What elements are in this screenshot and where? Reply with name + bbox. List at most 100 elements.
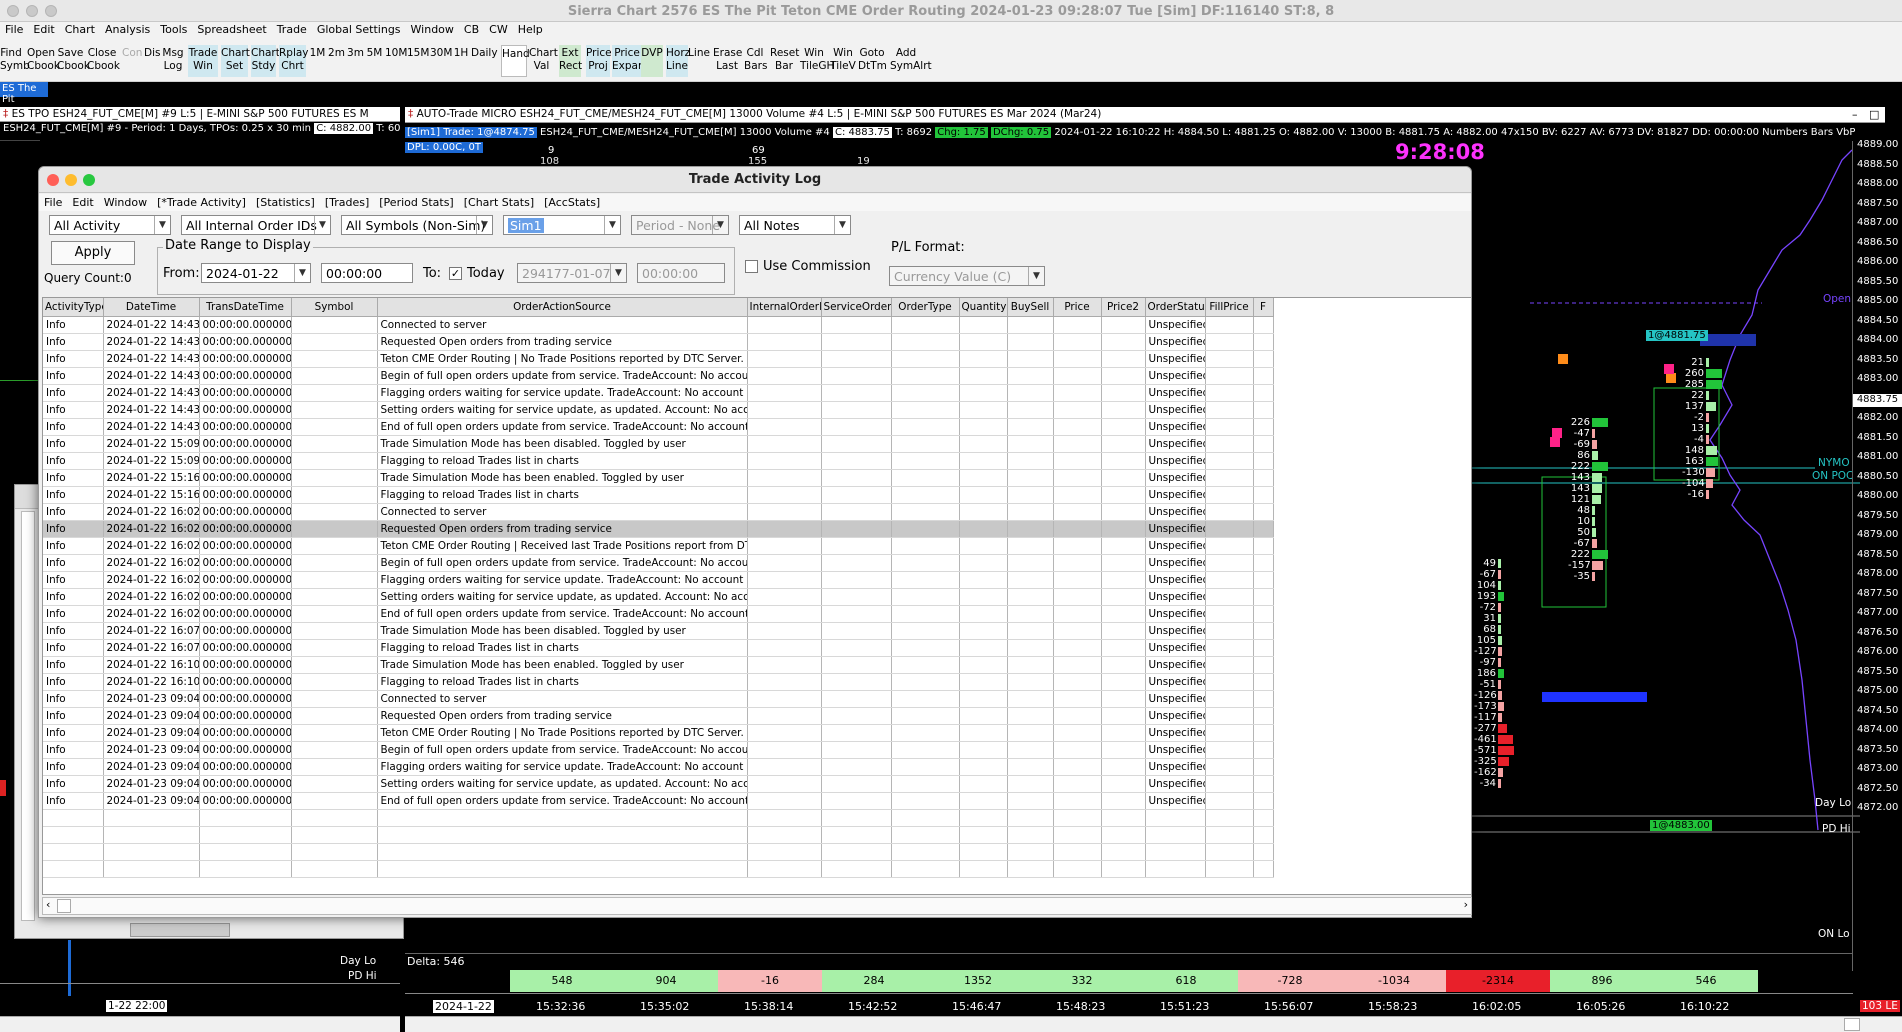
column-header-transdatetime[interactable]: TransDateTime — [199, 298, 292, 317]
left-chart-header[interactable]: ‡ ES TPO ESH24_FUT_CME[M] #9 L:5 | E-MIN… — [0, 107, 400, 122]
column-header-buysell[interactable]: BuySell — [1007, 298, 1054, 317]
table-row[interactable] — [43, 809, 1274, 827]
order-id-filter-dropdown[interactable]: All Internal Order IDs ▼ — [181, 215, 331, 235]
table-row[interactable]: Info2024-01-22 15:09:16.00:00:00.000000 T… — [43, 435, 1274, 453]
pl-format-dropdown[interactable]: Currency Value (C) ▼ — [889, 266, 1045, 286]
toolbar-button-close-cbook[interactable]: Close Cbook — [87, 45, 120, 77]
use-commission-checkbox[interactable] — [745, 260, 758, 273]
trade-log-menu-chart-stats[interactable]: [Chart Stats] — [459, 194, 539, 211]
trade-log-menu-edit[interactable]: Edit — [67, 194, 98, 211]
today-checkbox[interactable]: ✓ — [449, 267, 462, 280]
table-row[interactable]: Info2024-01-23 09:04:08.00:00:00.000000 T… — [43, 724, 1274, 742]
zoom-icon[interactable] — [83, 174, 95, 186]
column-header-quantity[interactable]: Quantity — [959, 298, 1008, 317]
menu-cb[interactable]: CB — [459, 22, 484, 37]
scroll-thumb[interactable] — [57, 899, 71, 913]
menu-window[interactable]: Window — [406, 22, 459, 37]
table-row[interactable] — [43, 843, 1274, 861]
table-row[interactable]: Info2024-01-23 09:04:08.00:00:00.000000 E… — [43, 792, 1274, 810]
toolbar-button-find-symb[interactable]: Find Symb — [0, 45, 30, 77]
trade-log-menu-file[interactable]: File — [39, 194, 67, 211]
trade-log-menu-trades[interactable]: [Trades] — [320, 194, 374, 211]
toolbar-button-1m[interactable]: 1M — [309, 45, 326, 77]
toolbar-button-horz-line[interactable]: Horz Line — [666, 45, 690, 77]
minimize-icon[interactable] — [65, 174, 77, 186]
menu-global-settings[interactable]: Global Settings — [312, 22, 406, 37]
toolbar-button-dvp[interactable]: DVP — [641, 45, 663, 77]
table-row[interactable]: Info2024-01-23 09:04:08.00:00:00.000000 F… — [43, 758, 1274, 776]
table-row[interactable]: Info2024-01-22 14:43:31.00:00:00.000000 C… — [43, 316, 1274, 334]
left-chart-scrollbar[interactable] — [0, 1016, 400, 1032]
right-chart-scrollbar[interactable] — [405, 1016, 1902, 1032]
menu-spreadsheet[interactable]: Spreadsheet — [192, 22, 271, 37]
table-row[interactable]: Info2024-01-22 16:07:19.00:00:00.000000 T… — [43, 622, 1274, 640]
toolbar-button-ext-rect[interactable]: Ext Rect — [559, 45, 582, 77]
toolbar-button-chart-set[interactable]: Chart Set — [221, 45, 250, 77]
table-row[interactable]: Info2024-01-22 14:43:31.00:00:00.000000 F… — [43, 384, 1274, 402]
toolbar-button-2m[interactable]: 2m — [328, 45, 345, 77]
menu-analysis[interactable]: Analysis — [100, 22, 155, 37]
toolbar-button-chart-val[interactable]: Chart Val — [529, 45, 558, 77]
column-header-datetime[interactable]: DateTime — [103, 298, 200, 317]
menu-cw[interactable]: CW — [484, 22, 513, 37]
table-row[interactable] — [43, 860, 1274, 878]
table-row[interactable]: Info2024-01-22 14:43:31.00:00:00.000000 R… — [43, 333, 1274, 351]
toolbar-button-goto-dttm[interactable]: Goto DtTm — [858, 45, 887, 77]
trade-log-menu-accstats[interactable]: [AccStats] — [539, 194, 605, 211]
table-row[interactable]: Info2024-01-22 16:07:19.00:00:00.000000 F… — [43, 639, 1274, 657]
close-icon[interactable] — [47, 174, 59, 186]
toolbar-button-30m[interactable]: 30M — [430, 45, 452, 77]
table-row[interactable]: Info2024-01-22 16:10:04.00:00:00.000000 F… — [43, 673, 1274, 691]
trade-log-menu-statistics[interactable]: [Statistics] — [251, 194, 320, 211]
close-chart-icon[interactable]: ✕ — [1889, 108, 1898, 121]
toolbar-button-price-expan[interactable]: Price Expan — [612, 45, 645, 77]
toolbar-button-15m[interactable]: 15M — [407, 45, 429, 77]
toolbar-button-win-tilegh[interactable]: Win TileGH — [800, 45, 834, 77]
toolbar-button-daily[interactable]: Daily — [471, 45, 498, 77]
toolbar-button-dis[interactable]: Dis — [144, 45, 160, 77]
to-date-field[interactable]: 294177-01-07 ▼ — [517, 263, 627, 283]
column-header-f[interactable]: F — [1253, 298, 1274, 317]
price-axis[interactable]: 4889.00 4888.50 4888.00 4887.50 4887.00 4886.… — [1853, 139, 1902, 971]
table-row[interactable]: Info2024-01-22 16:02:35.00:00:00.000000 E… — [43, 605, 1274, 623]
table-row[interactable]: Info2024-01-22 14:43:31.00:00:00.000000 S… — [43, 401, 1274, 419]
toolbar-button-erase-last[interactable]: Erase Last — [713, 45, 742, 77]
toolbar-button-price-proj[interactable]: Price Proj — [586, 45, 612, 77]
toolbar-button-win-tilev[interactable]: Win TileV — [830, 45, 856, 77]
toolbar-button-reset-bar[interactable]: Reset Bar — [770, 45, 799, 77]
menu-trade[interactable]: Trade — [272, 22, 312, 37]
column-header-internalorderid[interactable]: InternalOrderID — [747, 298, 822, 317]
toolbar-button-con[interactable]: Con — [122, 45, 142, 77]
minimize-chart-icon[interactable]: – — [1852, 108, 1858, 121]
table-row[interactable]: Info2024-01-23 09:04:08.00:00:00.000000 R… — [43, 707, 1274, 725]
from-date-field[interactable]: 2024-01-22 ▼ — [201, 263, 311, 283]
footprint-bar-3[interactable]: 21 260 285 22 137 -2 13 -4 148 163 -130 -104 -16 — [1682, 357, 1722, 517]
trade-log-menu-period-stats[interactable]: [Period Stats] — [374, 194, 458, 211]
symbol-filter-dropdown[interactable]: All Symbols (Non-Sim) ▼ — [341, 215, 493, 235]
activity-grid[interactable]: ActivityType DateTime TransDateTime Symbol O… — [42, 297, 1472, 895]
column-header-ordertype[interactable]: OrderType — [891, 298, 960, 317]
toolbar-button-1h[interactable]: 1H — [453, 45, 469, 77]
footprint-bar-2[interactable]: 226 -47 -69 86 222 143 143 121 48 10 50 -67 222 -157-… — [1568, 417, 1608, 597]
table-row[interactable]: Info2024-01-22 16:02:35.00:00:00.000000 R… — [43, 520, 1274, 538]
column-header-serviceorderid[interactable]: ServiceOrderID — [821, 298, 892, 317]
column-header-price2[interactable]: Price2 — [1101, 298, 1146, 317]
chartbook-tab[interactable]: ES The Pit — [0, 82, 48, 105]
notes-filter-dropdown[interactable]: All Notes ▼ — [739, 215, 851, 235]
column-header-fillprice[interactable]: FillPrice — [1205, 298, 1254, 317]
toolbar-button-10m[interactable]: 10M — [385, 45, 407, 77]
table-row[interactable]: Info2024-01-22 14:43:31.00:00:00.000000 T… — [43, 350, 1274, 368]
toolbar-button-open-cbook[interactable]: Open Cbook — [27, 45, 60, 77]
to-time-field[interactable]: 00:00:00 — [637, 263, 725, 283]
account-filter-dropdown[interactable]: Sim1 ▼ — [503, 215, 621, 235]
scroll-right-icon[interactable]: › — [1464, 898, 1468, 911]
toolbar-button-msg-log[interactable]: Msg Log — [162, 45, 184, 77]
toolbar-button-trade-win[interactable]: Trade Win — [188, 45, 218, 77]
table-row[interactable]: Info2024-01-22 14:43:31.00:00:00.000000 E… — [43, 418, 1274, 436]
menu-edit[interactable]: Edit — [28, 22, 59, 37]
menu-tools[interactable]: Tools — [155, 22, 192, 37]
table-row[interactable]: Info2024-01-22 14:43:31.00:00:00.000000 B… — [43, 367, 1274, 385]
trade-activity-log-window[interactable]: Trade Activity Log File Edit Window [*Trade… — [38, 166, 1472, 918]
menu-file[interactable]: File — [0, 22, 28, 37]
column-header-price[interactable]: Price — [1053, 298, 1102, 317]
